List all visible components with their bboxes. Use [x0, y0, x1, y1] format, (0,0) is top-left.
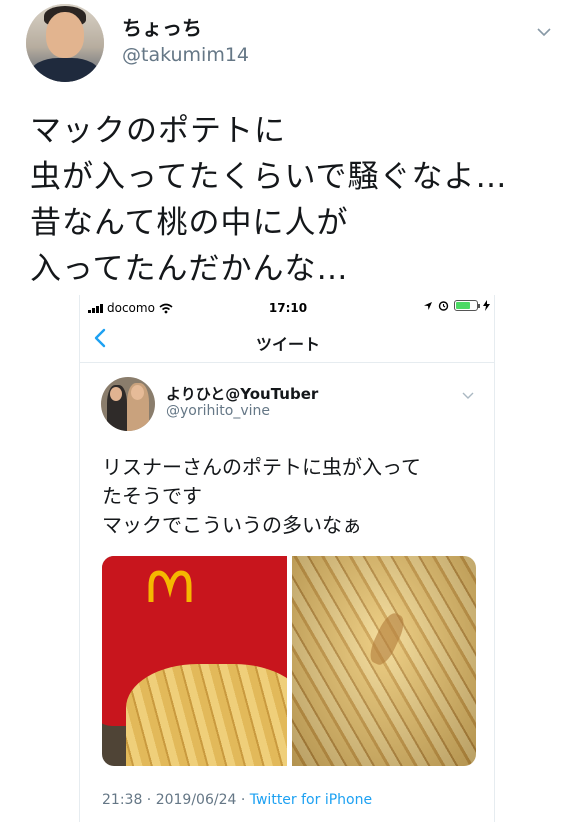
tweet-timestamp: 21:38 · 2019/06/24 · Twitter for iPhone: [102, 792, 372, 808]
location-arrow-icon: [424, 301, 432, 310]
quoted-text-line: たそうです: [102, 484, 202, 508]
chevron-down-icon[interactable]: [536, 24, 552, 40]
quoted-avatar[interactable]: [101, 377, 155, 431]
avatar[interactable]: [26, 4, 104, 82]
nav-title: ツイート: [255, 335, 320, 354]
photo-grid: [102, 556, 476, 766]
fries-closeup-photo[interactable]: [291, 556, 476, 766]
tweet-text-line: 入ってたんだかんな…: [30, 251, 349, 287]
embedded-screenshot[interactable]: docomo 17:10 ツイート よりひと@YouTuber @yorihit…: [79, 295, 495, 822]
tweet-text-line: 虫が入ってたくらいで騒ぐなよ…: [30, 159, 508, 195]
fries-pile: [126, 664, 287, 766]
quoted-tweet-text: リスナーさんのポテトに虫が入って たそうです マックでこういうの多いなぁ: [102, 453, 482, 540]
nav-bar: ツイート: [80, 319, 494, 363]
display-name[interactable]: ちょっち: [122, 12, 202, 41]
golden-arches-logo: [148, 570, 192, 602]
quoted-user-handle[interactable]: @yorihito_vine: [166, 403, 270, 419]
quoted-display-name[interactable]: よりひと@YouTuber: [166, 383, 318, 404]
timestamp-text: 21:38 · 2019/06/24 ·: [102, 792, 250, 808]
user-handle[interactable]: @takumim14: [122, 44, 249, 66]
battery-icon: [454, 300, 480, 311]
status-bar: docomo 17:10: [80, 295, 494, 319]
quoted-text-line: マックでこういうの多いなぁ: [102, 513, 362, 537]
tweet-text-line: 昔なんて桃の中に人が: [30, 205, 349, 241]
alarm-icon: [438, 301, 449, 311]
quoted-text-line: リスナーさんのポテトに虫が入って: [102, 455, 421, 479]
source-link[interactable]: Twitter for iPhone: [250, 792, 372, 808]
fries-box-photo[interactable]: [102, 556, 287, 766]
charging-bolt-icon: [483, 300, 490, 311]
chevron-down-icon[interactable]: [462, 389, 474, 401]
tweet-text-line: マックのポテトに: [30, 113, 286, 149]
tweet-text: マックのポテトに 虫が入ってたくらいで騒ぐなよ… 昔なんて桃の中に人が 入ってた…: [30, 108, 550, 292]
